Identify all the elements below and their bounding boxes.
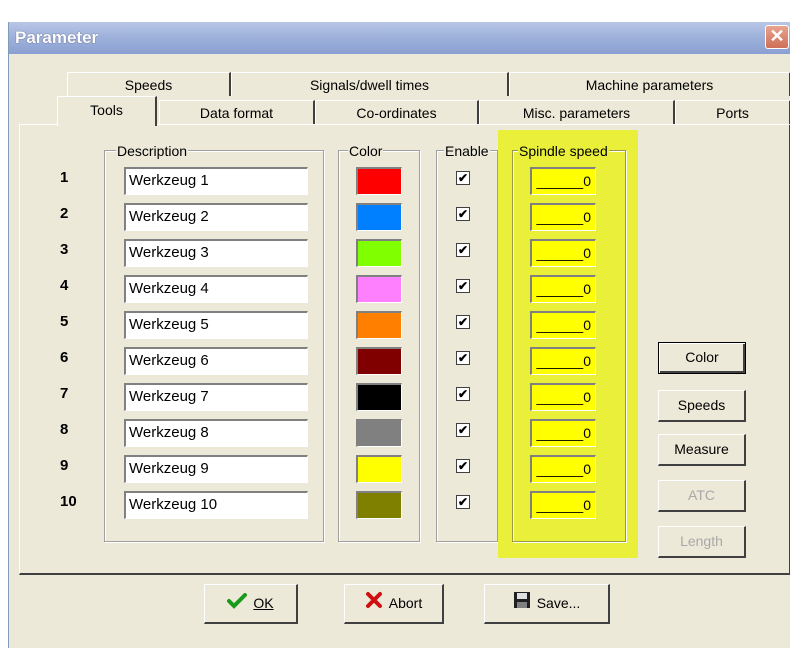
measure-button[interactable]: Measure — [658, 434, 746, 466]
spindle-speed-input[interactable]: ______0 — [530, 419, 596, 447]
tool-color-swatch[interactable] — [356, 347, 402, 375]
tool-description-input[interactable]: Werkzeug 10 — [124, 491, 308, 519]
tab-label: Data format — [199, 105, 274, 121]
tool-enable-checkbox[interactable]: ✔ — [456, 315, 470, 329]
tool-description-input[interactable]: Werkzeug 8 — [124, 419, 308, 447]
atc-button[interactable]: ATC — [658, 480, 746, 512]
tool-color-swatch[interactable] — [356, 203, 402, 231]
tab-tools[interactable]: Tools — [57, 96, 157, 126]
tool-color-swatch[interactable] — [356, 491, 402, 519]
tool-number: 6 — [60, 349, 69, 366]
tool-number: 7 — [60, 385, 69, 402]
tool-number: 5 — [60, 313, 69, 330]
ok-label: OK — [253, 595, 274, 611]
color-fill — [358, 493, 401, 518]
tab-label: Co-ordinates — [356, 105, 437, 121]
tool-color-swatch[interactable] — [356, 167, 402, 195]
tab-label: Signals/dwell times — [309, 77, 430, 93]
tab-speeds[interactable]: Speeds — [67, 72, 231, 96]
spindle-speed-input[interactable]: ______0 — [530, 239, 596, 267]
tab-co-ordinates[interactable]: Co-ordinates — [315, 100, 479, 124]
tab-label: Ports — [716, 105, 749, 121]
length-button[interactable]: Length — [658, 526, 746, 558]
save-button[interactable]: Save... — [484, 584, 610, 624]
tool-color-swatch[interactable] — [356, 275, 402, 303]
close-button[interactable]: ✕ — [765, 25, 789, 49]
description-group-label: Description — [116, 143, 189, 159]
tool-enable-checkbox[interactable]: ✔ — [456, 351, 470, 365]
tool-color-swatch[interactable] — [356, 239, 402, 267]
tool-number: 2 — [60, 205, 69, 222]
tool-description-input[interactable]: Werkzeug 4 — [124, 275, 308, 303]
tool-enable-checkbox[interactable]: ✔ — [456, 243, 470, 257]
ok-button[interactable]: OK — [204, 584, 298, 624]
tab-label: Tools — [90, 102, 123, 118]
tab-label: Misc. parameters — [522, 105, 631, 121]
tool-description-input[interactable]: Werkzeug 1 — [124, 167, 308, 195]
tab-misc-parameters[interactable]: Misc. parameters — [479, 100, 675, 124]
tool-enable-checkbox[interactable]: ✔ — [456, 171, 470, 185]
tool-color-swatch[interactable] — [356, 311, 402, 339]
tool-color-swatch[interactable] — [356, 455, 402, 483]
tool-description-input[interactable]: Werkzeug 3 — [124, 239, 308, 267]
enable-group-label: Enable — [444, 143, 490, 159]
spindle-speed-input[interactable]: ______0 — [530, 275, 596, 303]
tool-enable-checkbox[interactable]: ✔ — [456, 495, 470, 509]
tool-description-input[interactable]: Werkzeug 2 — [124, 203, 308, 231]
color-fill — [358, 457, 401, 482]
color-fill — [358, 385, 401, 410]
title-bar[interactable]: Parameter ✕ — [9, 22, 790, 54]
tool-number: 8 — [60, 421, 69, 438]
spindle-speed-input[interactable]: ______0 — [530, 167, 596, 195]
spindle-speed-input[interactable]: ______0 — [530, 311, 596, 339]
spindle-speed-group-label: Spindle speed — [518, 143, 609, 159]
tab-machine-parameters[interactable]: Machine parameters — [509, 72, 790, 96]
tab-data-format[interactable]: Data format — [159, 100, 315, 124]
tool-description-input[interactable]: Werkzeug 7 — [124, 383, 308, 411]
abort-label: Abort — [388, 595, 423, 611]
tool-number: 1 — [60, 169, 69, 186]
tab-ports[interactable]: Ports — [675, 100, 790, 124]
color-fill — [358, 241, 401, 266]
abort-button[interactable]: Abort — [344, 584, 444, 624]
tool-number: 9 — [60, 457, 69, 474]
tool-enable-checkbox[interactable]: ✔ — [456, 459, 470, 473]
tool-color-swatch[interactable] — [356, 419, 402, 447]
tab-signals-dwell-times[interactable]: Signals/dwell times — [231, 72, 509, 96]
tool-enable-checkbox[interactable]: ✔ — [456, 279, 470, 293]
spindle-speed-input[interactable]: ______0 — [530, 347, 596, 375]
spindle-speed-input[interactable]: ______0 — [530, 383, 596, 411]
color-fill — [358, 169, 401, 194]
tool-enable-checkbox[interactable]: ✔ — [456, 423, 470, 437]
color-fill — [358, 421, 401, 446]
color-fill — [358, 277, 401, 302]
spindle-speed-input[interactable]: ______0 — [530, 491, 596, 519]
tool-number: 10 — [60, 493, 77, 510]
color-group-label: Color — [348, 143, 384, 159]
tool-description-input[interactable]: Werkzeug 6 — [124, 347, 308, 375]
tool-number: 3 — [60, 241, 69, 258]
spindle-speed-input[interactable]: ______0 — [530, 203, 596, 231]
color-fill — [358, 313, 401, 338]
checkmark-icon — [227, 586, 248, 623]
tool-color-swatch[interactable] — [356, 383, 402, 411]
speeds-button[interactable]: Speeds — [658, 390, 746, 422]
tab-label: Machine parameters — [585, 77, 714, 93]
color-button[interactable]: Color — [658, 342, 746, 374]
window-title: Parameter — [15, 28, 99, 47]
tool-number: 4 — [60, 277, 69, 294]
tab-label: Speeds — [124, 77, 173, 93]
floppy-disk-icon — [513, 586, 531, 623]
tool-description-input[interactable]: Werkzeug 9 — [124, 455, 308, 483]
color-fill — [358, 205, 401, 230]
tool-description-input[interactable]: Werkzeug 5 — [124, 311, 308, 339]
red-x-icon — [365, 586, 383, 623]
tool-enable-checkbox[interactable]: ✔ — [456, 207, 470, 221]
tool-enable-checkbox[interactable]: ✔ — [456, 387, 470, 401]
save-label: Save... — [536, 595, 581, 611]
color-fill — [358, 349, 401, 374]
spindle-speed-input[interactable]: ______0 — [530, 455, 596, 483]
